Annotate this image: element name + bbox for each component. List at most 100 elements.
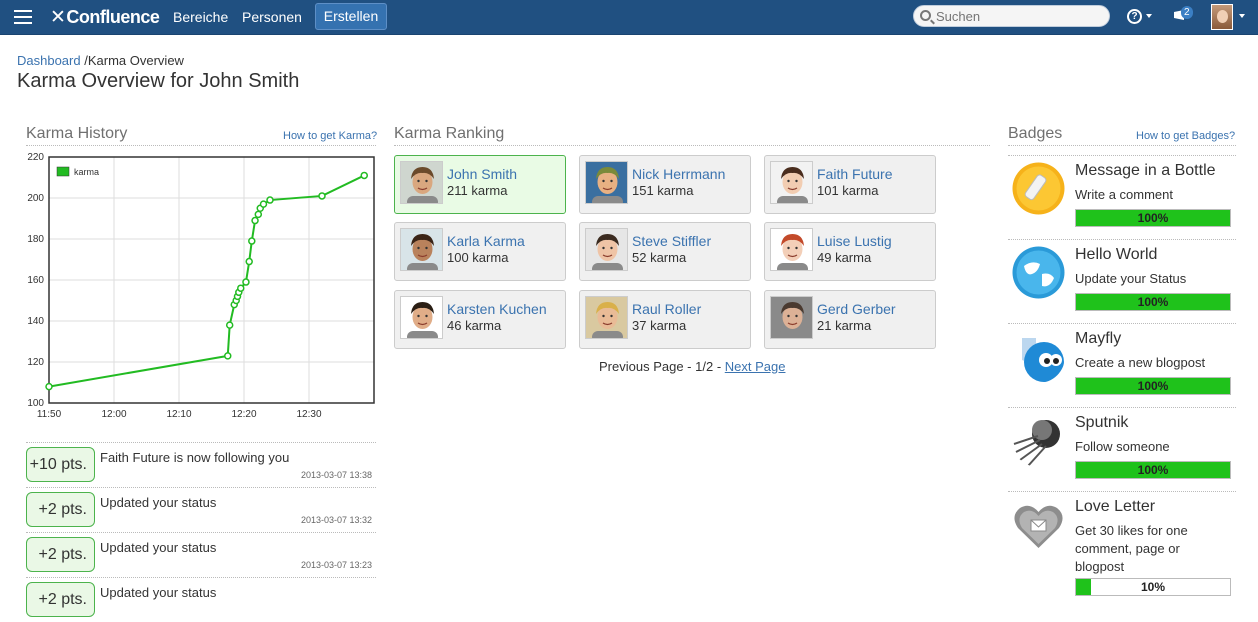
data-point xyxy=(266,196,274,204)
ranking-user-name[interactable]: Karla Karma xyxy=(447,233,525,249)
search-input[interactable] xyxy=(936,8,1104,24)
ranking-user-karma: 211 karma xyxy=(447,183,508,198)
data-point xyxy=(237,284,245,292)
badge-title: Love Letter xyxy=(1075,498,1156,515)
ranking-card[interactable]: Karla Karma 100 karma xyxy=(394,222,566,281)
badge-item: Message in a Bottle Write a comment 100% xyxy=(1008,155,1236,239)
legend-swatch xyxy=(56,166,70,177)
data-point xyxy=(242,278,250,286)
x-tick-label: 12:10 xyxy=(166,409,191,420)
badge-description: Get 30 likes for one comment, page or bl… xyxy=(1075,523,1188,574)
progress-label: 100% xyxy=(1137,379,1169,393)
previous-page-label: Previous Page xyxy=(599,359,684,374)
history-date: 2013-03-07 13:38 xyxy=(300,470,372,480)
progress-label: 100% xyxy=(1137,463,1169,477)
data-point xyxy=(259,200,268,208)
user-avatar[interactable] xyxy=(585,228,628,271)
create-button[interactable]: Erstellen xyxy=(315,3,387,30)
search-box[interactable] xyxy=(913,5,1110,27)
karma-ranking-title: Karma Ranking xyxy=(394,125,505,142)
ranking-card[interactable]: Nick Herrmann 151 karma xyxy=(579,155,751,214)
user-avatar[interactable] xyxy=(770,228,813,271)
ranking-user-name[interactable]: Karsten Kuchen xyxy=(447,301,547,317)
ranking-user-name[interactable]: Luise Lustig xyxy=(817,233,892,249)
confluence-logo[interactable]: ✕Confluence xyxy=(50,6,160,29)
user-avatar[interactable] xyxy=(770,296,813,339)
ranking-user-karma: 49 karma xyxy=(817,250,872,265)
ranking-user-karma: 151 karma xyxy=(632,183,694,198)
history-text: Updated your status xyxy=(100,585,217,600)
user-avatar[interactable] xyxy=(585,161,628,204)
data-point xyxy=(318,192,326,200)
badge-description: Follow someone xyxy=(1075,439,1170,454)
ranking-user-karma: 52 karma xyxy=(632,250,687,265)
nav-people[interactable]: Personen xyxy=(242,9,302,25)
y-tick-label: 180 xyxy=(27,234,44,245)
user-avatar[interactable] xyxy=(1211,4,1233,30)
how-to-get-badges-link[interactable]: How to get Badges? xyxy=(1136,130,1235,142)
chevron-down-icon[interactable] xyxy=(1146,14,1152,18)
top-navigation-bar: ✕Confluence Bereiche Personen Erstellen … xyxy=(0,0,1258,35)
page-indicator: 1/2 xyxy=(695,359,714,374)
ranking-card[interactable]: Luise Lustig 49 karma xyxy=(764,222,936,281)
ranking-pager: Previous Page - 1/2 - Next Page xyxy=(599,359,785,374)
user-avatar[interactable] xyxy=(585,296,628,339)
history-item: +2 pts. Updated your status 2013-03-07 1… xyxy=(26,532,376,577)
badge-progress-bar: 10% xyxy=(1075,578,1231,596)
ranking-user-name[interactable]: Steve Stiffler xyxy=(632,233,711,249)
ranking-user-karma: 21 karma xyxy=(817,318,872,333)
data-point xyxy=(45,382,53,391)
x-tick-label: 12:30 xyxy=(296,409,321,420)
data-point xyxy=(245,257,253,266)
points-badge: +2 pts. xyxy=(26,537,95,572)
help-icon[interactable]: ? xyxy=(1127,9,1142,24)
sputnik-icon xyxy=(1013,420,1060,467)
user-avatar[interactable] xyxy=(400,228,443,271)
ranking-user-name[interactable]: Raul Roller xyxy=(632,301,701,317)
x-tick-label: 11:50 xyxy=(37,409,62,420)
pager-separator: - xyxy=(683,359,696,374)
data-point xyxy=(251,216,259,225)
ranking-card[interactable]: Steve Stiffler 52 karma xyxy=(579,222,751,281)
y-tick-label: 220 xyxy=(27,152,44,163)
data-point xyxy=(360,171,368,180)
y-tick-label: 160 xyxy=(27,275,44,286)
data-point xyxy=(254,210,263,219)
user-avatar[interactable] xyxy=(400,161,443,204)
ranking-card[interactable]: Raul Roller 37 karma xyxy=(579,290,751,349)
breadcrumb-current: Karma Overview xyxy=(87,53,184,68)
divider xyxy=(1008,145,1236,146)
ranking-user-name[interactable]: Nick Herrmann xyxy=(632,166,725,182)
nav-spaces[interactable]: Bereiche xyxy=(173,9,228,25)
badge-description: Create a new blogpost xyxy=(1075,355,1206,370)
chevron-down-icon[interactable] xyxy=(1239,14,1245,18)
menu-icon[interactable] xyxy=(14,10,32,24)
ranking-card[interactable]: Gerd Gerber 21 karma xyxy=(764,290,936,349)
ranking-card[interactable]: John Smith 211 karma xyxy=(394,155,566,214)
divider xyxy=(26,145,376,146)
progress-label: 100% xyxy=(1137,295,1169,309)
ranking-user-name[interactable]: John Smith xyxy=(447,166,517,182)
progress-label: 100% xyxy=(1137,211,1169,225)
ranking-user-name[interactable]: Gerd Gerber xyxy=(817,301,896,317)
next-page-link[interactable]: Next Page xyxy=(725,359,786,374)
ranking-card[interactable]: Faith Future 101 karma xyxy=(764,155,936,214)
data-point xyxy=(224,352,232,360)
badge-title: Hello World xyxy=(1075,246,1158,263)
divider xyxy=(394,145,990,146)
history-text: Updated your status xyxy=(100,495,217,510)
user-avatar[interactable] xyxy=(400,296,443,339)
ranking-card[interactable]: Karsten Kuchen 46 karma xyxy=(394,290,566,349)
ranking-user-name[interactable]: Faith Future xyxy=(817,166,892,182)
ranking-user-karma: 101 karma xyxy=(817,183,879,198)
heart-letter-icon xyxy=(1014,505,1063,548)
breadcrumb-dashboard[interactable]: Dashboard xyxy=(17,53,81,68)
how-to-get-karma-link[interactable]: How to get Karma? xyxy=(283,130,377,142)
badge-title: Mayfly xyxy=(1075,330,1122,347)
user-avatar[interactable] xyxy=(770,161,813,204)
badge-progress-bar: 100% xyxy=(1075,209,1231,227)
y-tick-label: 100 xyxy=(27,398,44,409)
history-item: +2 pts. Updated your status 2013-03-07 1… xyxy=(26,487,376,532)
notifications-button[interactable]: 2 xyxy=(1172,6,1193,22)
y-tick-label: 120 xyxy=(27,357,44,368)
